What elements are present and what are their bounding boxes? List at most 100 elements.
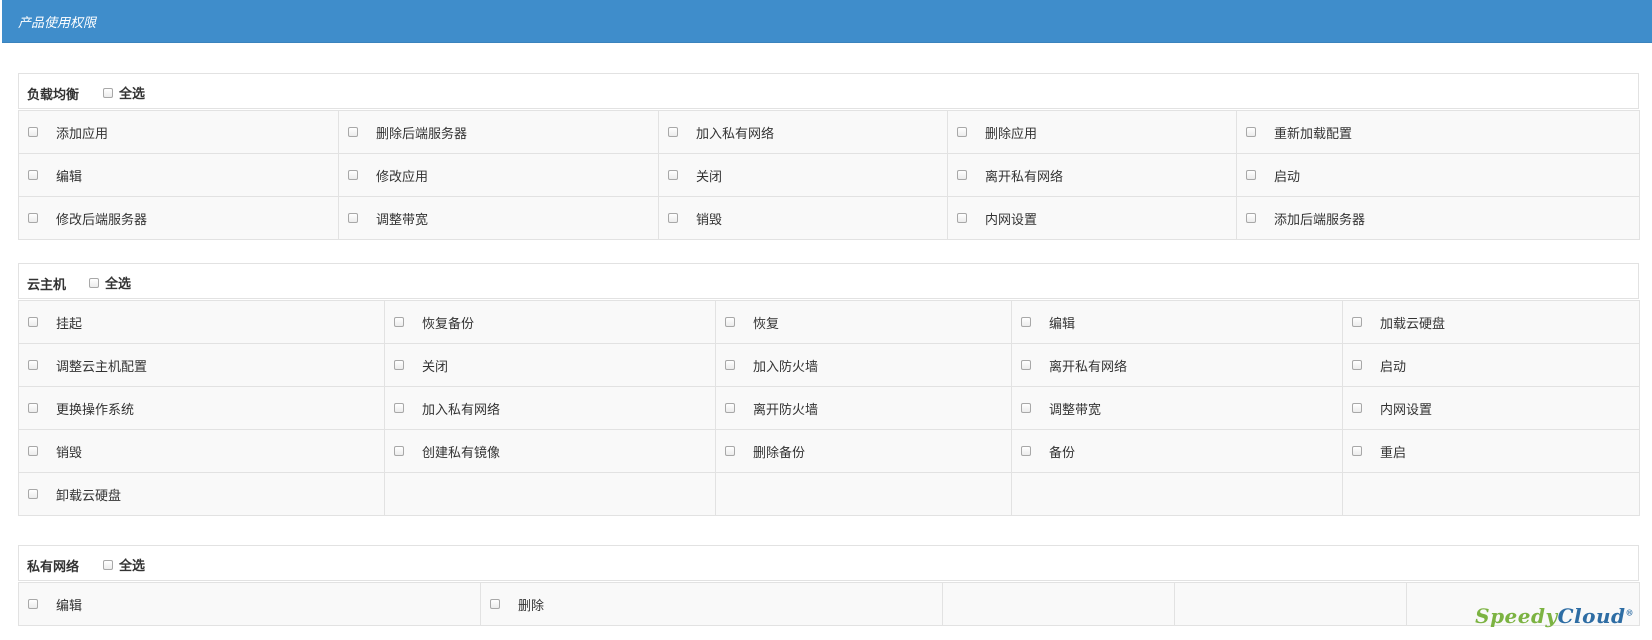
permission-option[interactable]: 卸载云硬盘: [28, 485, 384, 504]
permission-option[interactable]: 调整带宽: [1021, 399, 1342, 418]
permission-checkbox[interactable]: [725, 403, 735, 413]
select-all-checkbox[interactable]: [103, 87, 113, 98]
table-row: 挂起 恢复备份 恢复 编辑 加载云硬盘: [18, 300, 1640, 344]
permission-checkbox[interactable]: [957, 213, 967, 223]
permission-option[interactable]: 恢复: [725, 313, 1011, 332]
permission-checkbox[interactable]: [28, 360, 38, 370]
permission-cell: 删除后端服务器: [338, 110, 659, 154]
permission-option[interactable]: 离开私有网络: [957, 166, 1236, 185]
permission-label: 启动: [1274, 169, 1301, 185]
permission-checkbox[interactable]: [394, 446, 404, 456]
permission-checkbox[interactable]: [28, 599, 38, 609]
permission-option[interactable]: 编辑: [28, 595, 480, 614]
permission-option[interactable]: 启动: [1246, 166, 1639, 185]
permission-checkbox[interactable]: [348, 213, 358, 223]
permission-option[interactable]: 调整带宽: [348, 209, 658, 228]
permission-option[interactable]: 离开私有网络: [1021, 356, 1342, 375]
permission-checkbox[interactable]: [28, 446, 38, 456]
permission-option[interactable]: 调整云主机配置: [28, 356, 384, 375]
permission-option[interactable]: 添加后端服务器: [1246, 209, 1639, 228]
permission-cell: 关闭: [658, 153, 948, 197]
permission-option[interactable]: 删除后端服务器: [348, 123, 658, 142]
permission-option[interactable]: 删除: [490, 595, 942, 614]
permission-label: 修改应用: [376, 169, 429, 185]
permission-option[interactable]: 备份: [1021, 442, 1342, 461]
permission-option[interactable]: 离开防火墙: [725, 399, 1011, 418]
section-title: 私有网络: [27, 560, 80, 575]
permission-checkbox[interactable]: [28, 489, 38, 499]
permission-cell: 加入防火墙: [715, 343, 1012, 387]
permission-option[interactable]: 加入私有网络: [394, 399, 715, 418]
permission-checkbox[interactable]: [725, 446, 735, 456]
permission-option[interactable]: 编辑: [1021, 313, 1342, 332]
permission-checkbox[interactable]: [725, 360, 735, 370]
permission-checkbox[interactable]: [348, 127, 358, 137]
permission-checkbox[interactable]: [348, 170, 358, 180]
permission-checkbox[interactable]: [1021, 360, 1031, 370]
permission-checkbox[interactable]: [1021, 403, 1031, 413]
permission-option[interactable]: 重启: [1352, 442, 1639, 461]
permission-option[interactable]: 销毁: [28, 442, 384, 461]
permission-label: 添加应用: [56, 126, 109, 142]
permission-checkbox[interactable]: [957, 127, 967, 137]
permission-checkbox[interactable]: [28, 317, 38, 327]
permission-option[interactable]: 挂起: [28, 313, 384, 332]
permission-option[interactable]: 删除备份: [725, 442, 1011, 461]
permission-option[interactable]: 关闭: [668, 166, 947, 185]
permission-checkbox[interactable]: [957, 170, 967, 180]
permission-checkbox[interactable]: [28, 127, 38, 137]
permission-checkbox[interactable]: [1246, 213, 1256, 223]
permission-option[interactable]: 修改应用: [348, 166, 658, 185]
permission-cell: 销毁: [658, 196, 948, 240]
permission-checkbox[interactable]: [394, 317, 404, 327]
permission-option[interactable]: 启动: [1352, 356, 1639, 375]
permission-option[interactable]: 加载云硬盘: [1352, 313, 1639, 332]
permission-option[interactable]: 销毁: [668, 209, 947, 228]
permission-label: 加入防火墙: [753, 359, 819, 375]
permission-option[interactable]: 删除应用: [957, 123, 1236, 142]
permission-checkbox[interactable]: [1352, 317, 1362, 327]
permission-checkbox[interactable]: [668, 213, 678, 223]
select-all[interactable]: 全选: [103, 83, 145, 102]
select-all-label: 全选: [105, 277, 132, 292]
permission-checkbox[interactable]: [28, 213, 38, 223]
permission-cell: 销毁: [18, 429, 385, 473]
permission-option[interactable]: 编辑: [28, 166, 338, 185]
section-load-balancer: 负载均衡 全选 添加应用 删除后端服务器 加入私有网络 删除应用 重新加载配置 …: [18, 73, 1640, 240]
permission-checkbox[interactable]: [394, 403, 404, 413]
permission-checkbox[interactable]: [668, 127, 678, 137]
permission-cell: 添加后端服务器: [1236, 196, 1640, 240]
permission-checkbox[interactable]: [725, 317, 735, 327]
permission-checkbox[interactable]: [1246, 127, 1256, 137]
permission-checkbox[interactable]: [1352, 360, 1362, 370]
permission-checkbox[interactable]: [28, 403, 38, 413]
permission-checkbox[interactable]: [1246, 170, 1256, 180]
permission-checkbox[interactable]: [1021, 317, 1031, 327]
permission-label: 加入私有网络: [696, 126, 775, 142]
permission-checkbox[interactable]: [1352, 446, 1362, 456]
permission-label: 内网设置: [1380, 402, 1433, 418]
permission-checkbox[interactable]: [1021, 446, 1031, 456]
select-all[interactable]: 全选: [89, 273, 131, 292]
permission-option[interactable]: 内网设置: [1352, 399, 1639, 418]
permission-checkbox[interactable]: [668, 170, 678, 180]
permission-label: 修改后端服务器: [56, 212, 148, 228]
permission-option[interactable]: 添加应用: [28, 123, 338, 142]
permission-checkbox[interactable]: [490, 599, 500, 609]
permission-option[interactable]: 修改后端服务器: [28, 209, 338, 228]
permission-option[interactable]: 加入防火墙: [725, 356, 1011, 375]
select-all[interactable]: 全选: [103, 555, 145, 574]
permission-checkbox[interactable]: [1352, 403, 1362, 413]
permission-checkbox[interactable]: [394, 360, 404, 370]
permission-option[interactable]: 更换操作系统: [28, 399, 384, 418]
permission-checkbox[interactable]: [28, 170, 38, 180]
permission-option[interactable]: 内网设置: [957, 209, 1236, 228]
permission-option[interactable]: 加入私有网络: [668, 123, 947, 142]
permission-option[interactable]: 创建私有镜像: [394, 442, 715, 461]
permission-option[interactable]: 恢复备份: [394, 313, 715, 332]
select-all-checkbox[interactable]: [89, 277, 99, 288]
permission-label: 添加后端服务器: [1274, 212, 1366, 228]
select-all-checkbox[interactable]: [103, 559, 113, 570]
permission-option[interactable]: 重新加载配置: [1246, 123, 1639, 142]
permission-option[interactable]: 关闭: [394, 356, 715, 375]
